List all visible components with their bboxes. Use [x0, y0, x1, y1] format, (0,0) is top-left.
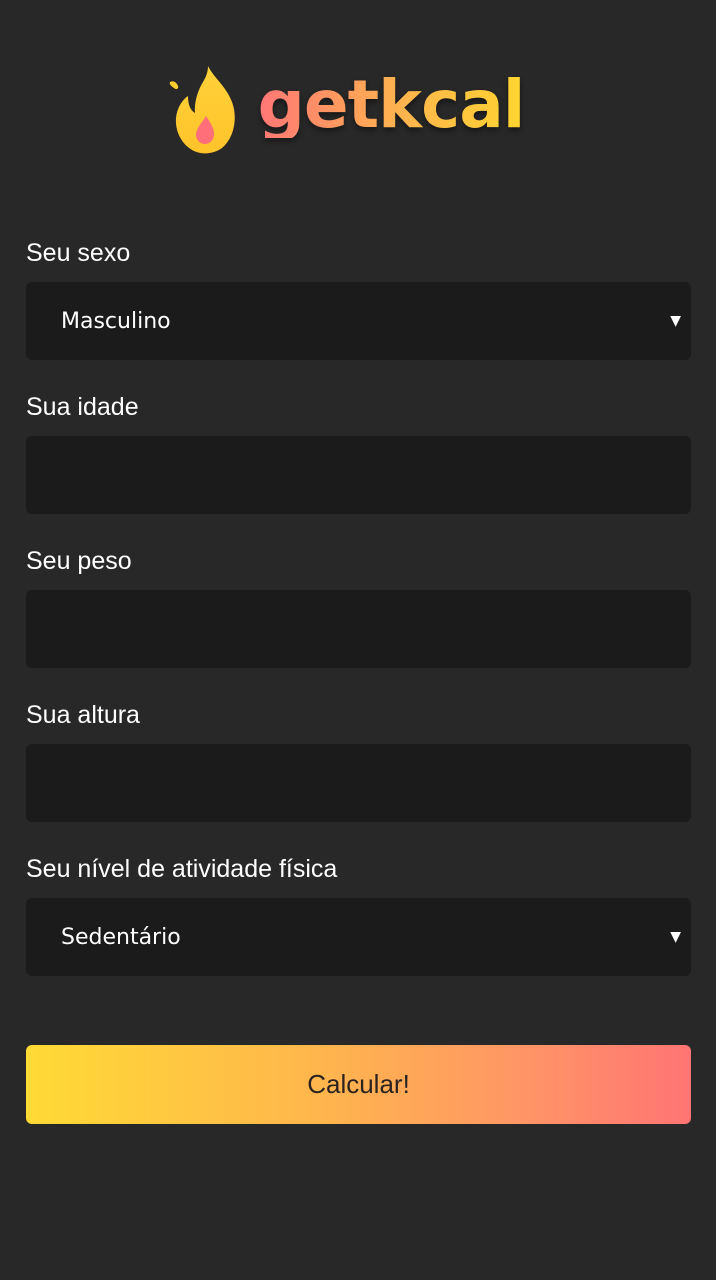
- age-field: Sua idade: [26, 392, 691, 514]
- weight-label: Seu peso: [26, 547, 132, 575]
- activity-label: Seu nível de atividade física: [26, 855, 338, 883]
- height-field: Sua altura: [26, 700, 691, 822]
- height-label: Sua altura: [26, 701, 140, 729]
- activity-field: Seu nível de atividade física Sedentário…: [26, 854, 691, 976]
- sex-label: Seu sexo: [26, 239, 131, 267]
- activity-select[interactable]: Sedentário ▼: [26, 898, 691, 976]
- height-input[interactable]: [26, 744, 691, 822]
- calorie-form: Seu sexo Masculino ▼ Sua idade Seu peso …: [26, 238, 691, 1124]
- flame-icon: [169, 66, 235, 154]
- age-label: Sua idade: [26, 393, 139, 421]
- logo-text: getkcal: [257, 66, 526, 143]
- sex-field: Seu sexo Masculino ▼: [26, 238, 691, 360]
- age-input[interactable]: [26, 436, 691, 514]
- sex-select[interactable]: Masculino ▼: [26, 282, 691, 360]
- weight-input[interactable]: [26, 590, 691, 668]
- activity-selected-value: Sedentário: [61, 924, 181, 950]
- sex-selected-value: Masculino: [61, 308, 171, 334]
- dropdown-arrow-icon: ▼: [670, 313, 681, 329]
- calculate-button[interactable]: Calcular!: [26, 1045, 691, 1124]
- app-logo: getkcal: [0, 62, 716, 158]
- dropdown-arrow-icon: ▼: [670, 929, 681, 945]
- weight-field: Seu peso: [26, 546, 691, 668]
